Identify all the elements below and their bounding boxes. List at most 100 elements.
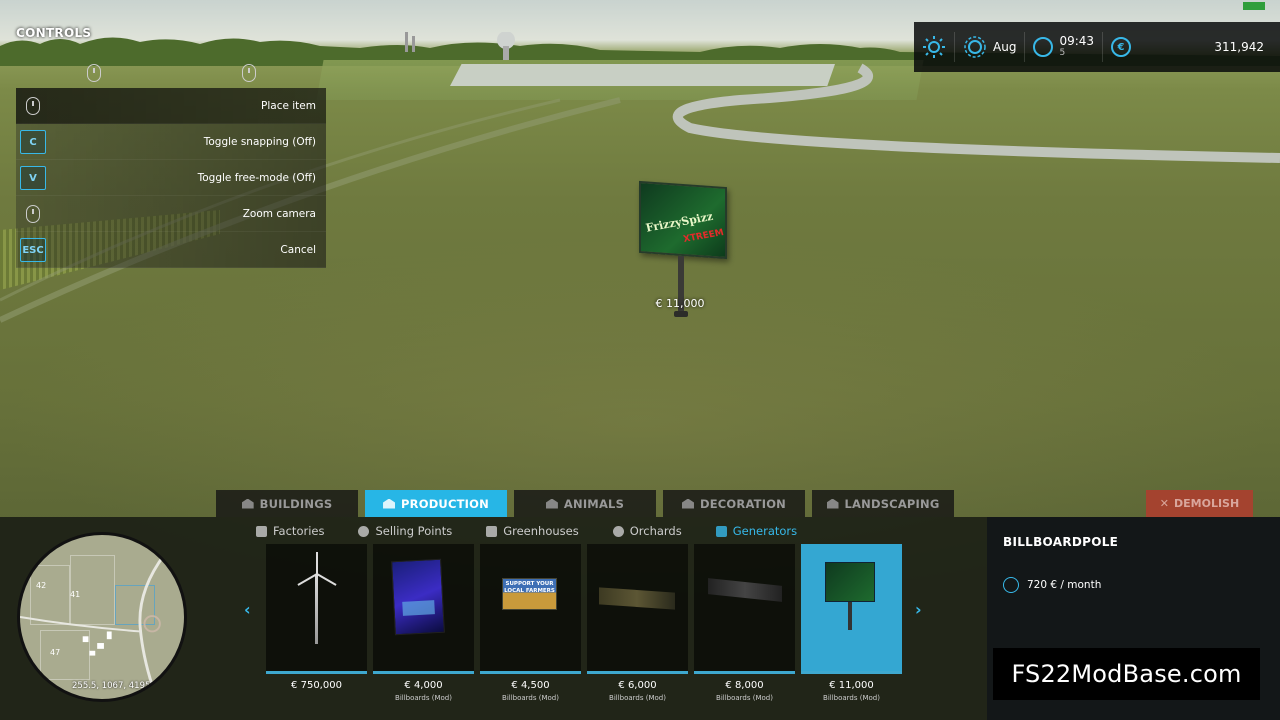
tab-animals[interactable]: ANIMALS (514, 490, 656, 517)
decoration-icon (681, 498, 694, 509)
tab-label: LANDSCAPING (844, 496, 940, 511)
minimap-roads (20, 553, 166, 695)
control-place-item[interactable]: Place item (16, 88, 326, 124)
subcategory-tabs: Factories Selling Points Greenhouses Orc… (256, 522, 831, 540)
farmers-sign-text: SUPPORT YOUR LOCAL FARMERS (502, 578, 557, 610)
item-price: € 750,000 (291, 680, 342, 691)
chevron-right-icon[interactable]: › (915, 600, 922, 619)
watermark: FS22ModBase.com (993, 648, 1260, 700)
tab-label: BUILDINGS (259, 496, 333, 511)
tab-label: ANIMALS (563, 496, 625, 511)
item-source: Billboards (Mod) (716, 694, 773, 702)
tab-production[interactable]: PRODUCTION (365, 490, 507, 517)
subtab-label: Greenhouses (503, 524, 579, 538)
item-thumbnail: SUPPORT YOUR LOCAL FARMERS (480, 544, 581, 674)
item-billboard-long[interactable]: € 8,000 Billboards (Mod) (694, 544, 795, 702)
season-icon (964, 36, 986, 58)
item-billboardpole[interactable]: € 11,000 Billboards (Mod) (801, 544, 902, 702)
calendar-widget[interactable]: Aug (955, 22, 1024, 72)
control-label: Place item (261, 99, 316, 112)
clock-icon (1033, 37, 1054, 57)
subtab-label: Generators (732, 524, 798, 538)
item-billboard-poster[interactable]: € 4,000 Billboards (Mod) (373, 544, 474, 702)
item-upkeep-value: 720 € / month (1027, 579, 1102, 591)
item-thumbnail (373, 544, 474, 674)
factory-icon (383, 498, 396, 509)
tab-landscaping[interactable]: LANDSCAPING (812, 490, 954, 517)
item-thumbnail (694, 544, 795, 674)
subtab-label: Factories (273, 524, 325, 538)
key-v-icon: V (20, 166, 46, 190)
item-price: € 4,500 (511, 680, 550, 691)
control-toggle-snapping[interactable]: C Toggle snapping (Off) (16, 124, 326, 160)
subtab-greenhouses[interactable]: Greenhouses (486, 524, 579, 538)
item-price: € 4,000 (404, 680, 443, 691)
item-wind-turbine[interactable]: € 750,000 (266, 544, 367, 702)
item-thumbnail (266, 544, 367, 674)
euro-icon: € (1111, 37, 1132, 57)
status-badge (1243, 2, 1265, 10)
controls-mouse-strip (16, 40, 326, 88)
tab-label: DECORATION (699, 496, 786, 511)
money-widget: € (1103, 22, 1139, 72)
chevron-left-icon[interactable]: ‹ (244, 600, 251, 619)
tab-label: PRODUCTION (401, 496, 489, 511)
control-zoom-camera[interactable]: Zoom camera (16, 196, 326, 232)
billboard-base (674, 311, 688, 317)
control-label: Zoom camera (242, 207, 316, 220)
demolish-label: DEMOLISH (1174, 497, 1240, 510)
item-info-title: BILLBOARDPOLE (1003, 535, 1119, 549)
field-label: 41 (70, 590, 81, 599)
control-cancel[interactable]: ESC Cancel (16, 232, 326, 268)
control-label: Cancel (280, 243, 316, 256)
upkeep-icon (1003, 577, 1019, 593)
key-esc-icon: ESC (20, 238, 46, 262)
billboard-preview[interactable]: FrizzySpizz XTREEM (639, 180, 727, 260)
field-label: 42 (36, 581, 47, 590)
item-source: Billboards (Mod) (823, 694, 880, 702)
minimap-coordinates: 255.5, 1067, 4195 (72, 681, 151, 691)
tab-decoration[interactable]: DECORATION (663, 490, 805, 517)
key-c-icon: C (20, 130, 46, 154)
dollar-icon (358, 525, 370, 537)
field-label: 47 (50, 648, 61, 657)
control-toggle-free-mode[interactable]: V Toggle free-mode (Off) (16, 160, 326, 196)
item-price: € 6,000 (618, 680, 657, 691)
item-source: Billboards (Mod) (502, 694, 559, 702)
item-source: Billboards (Mod) (395, 694, 452, 702)
factory-icon (256, 525, 267, 537)
item-thumbnail (587, 544, 688, 674)
hud-top-right: Aug 09:43 5 € 311,942 (914, 22, 1280, 72)
item-upkeep: 720 € / month (1003, 577, 1101, 593)
turbine-icon (715, 525, 727, 537)
mouse-wheel-icon (20, 202, 46, 226)
billboard-text-secondary: XTREEM (682, 227, 725, 245)
item-price: € 11,000 (829, 680, 874, 691)
weather-widget[interactable] (914, 22, 954, 72)
cow-icon (545, 498, 558, 509)
hud-time-speed: 5 (1059, 48, 1066, 58)
clock-widget[interactable]: 09:43 5 (1025, 22, 1102, 72)
item-source: Billboards (Mod) (609, 694, 666, 702)
subtab-selling-points[interactable]: Selling Points (358, 524, 452, 538)
tab-buildings[interactable]: BUILDINGS (216, 490, 358, 517)
demolish-button[interactable]: ✕ DEMOLISH (1146, 490, 1253, 517)
control-label: Toggle free-mode (Off) (197, 171, 316, 184)
sun-icon (923, 36, 945, 58)
control-label: Toggle snapping (Off) (203, 135, 316, 148)
hud-month: Aug (993, 40, 1017, 54)
subtab-generators[interactable]: Generators (715, 524, 798, 538)
subtab-orchards[interactable]: Orchards (612, 524, 682, 538)
item-thumbnail (801, 544, 902, 674)
subtab-factories[interactable]: Factories (256, 524, 324, 538)
controls-list: Place item C Toggle snapping (Off) V Tog… (16, 88, 326, 268)
placement-price: € 11,000 (655, 297, 705, 310)
minimap[interactable]: 42 41 47 255.5, 1067, 4195 (17, 532, 187, 702)
subtab-label: Orchards (629, 524, 682, 538)
hud-time: 09:43 (1059, 34, 1095, 48)
greenhouse-icon (486, 525, 498, 537)
mouse-icon (86, 64, 101, 82)
controls-title: CONTROLS (16, 26, 92, 40)
item-billboard-banner[interactable]: € 6,000 Billboards (Mod) (587, 544, 688, 702)
item-billboard-farmers[interactable]: SUPPORT YOUR LOCAL FARMERS € 4,500 Billb… (480, 544, 581, 702)
